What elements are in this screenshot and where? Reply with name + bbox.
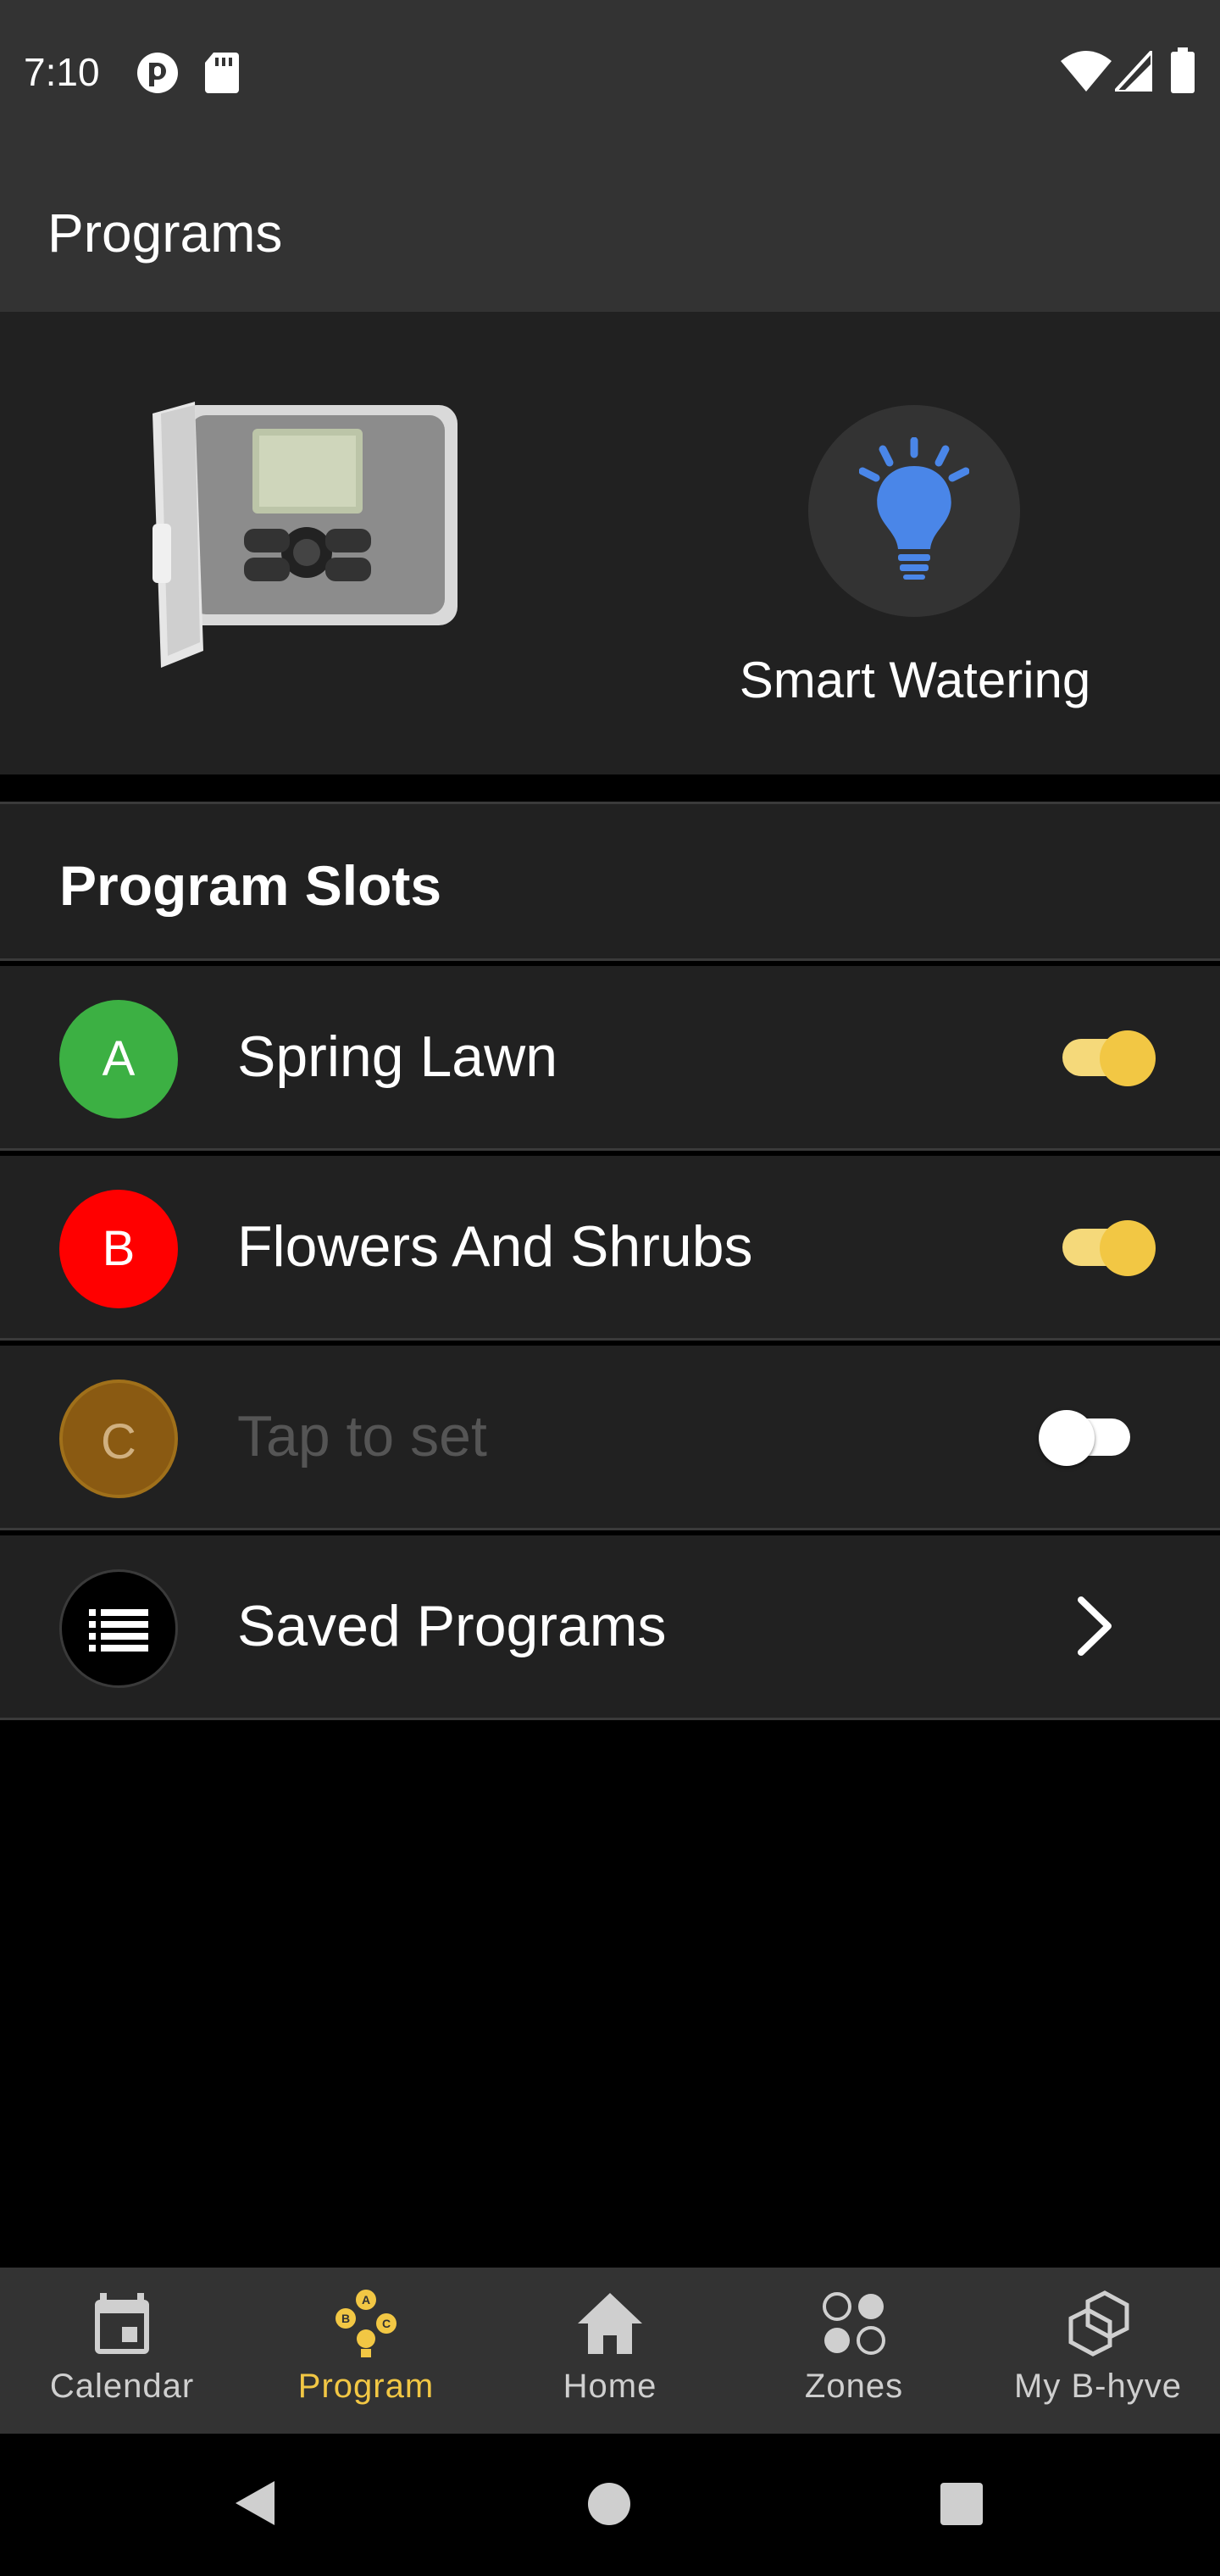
status-bar: 7:10	[0, 0, 1220, 142]
smart-watering-label: Smart Watering	[739, 652, 1091, 708]
svg-text:B: B	[341, 2312, 350, 2325]
program-slots-header: Program Slots	[0, 802, 1220, 961]
saved-programs-label: Saved Programs	[237, 1594, 667, 1658]
bottom-navigation: Calendar A B C Program Home Zones My B-h…	[0, 2268, 1220, 2434]
toggle-thumb	[1039, 1410, 1095, 1466]
zones-icon	[823, 2292, 885, 2355]
status-time: 7:10	[24, 50, 100, 94]
signal-icon	[1115, 51, 1152, 92]
nav-zones-label: Zones	[804, 2368, 904, 2405]
app-bar: Programs	[0, 142, 1220, 312]
program-slot-c-row[interactable]: C Tap to set	[0, 1346, 1220, 1530]
program-slot-a-row[interactable]: A Spring Lawn	[0, 966, 1220, 1151]
sd-card-icon	[205, 53, 239, 93]
slot-b-label: Flowers And Shrubs	[237, 1214, 753, 1279]
nav-home-label: Home	[563, 2368, 657, 2405]
smart-watering-button[interactable]: Smart Watering	[703, 405, 1127, 744]
program-slot-b-row[interactable]: B Flowers And Shrubs	[0, 1156, 1220, 1341]
saved-programs-badge	[59, 1569, 178, 1688]
program-abc-icon: A B C	[336, 2290, 396, 2357]
nav-calendar[interactable]: Calendar	[0, 2268, 244, 2434]
wifi-icon	[1061, 51, 1112, 92]
slot-b-badge: B	[59, 1190, 178, 1308]
slot-letter: A	[102, 1031, 136, 1086]
toggle-thumb	[1100, 1220, 1156, 1276]
chevron-right-icon	[1078, 1596, 1112, 1656]
slot-c-toggle[interactable]	[1039, 1403, 1161, 1471]
section-title: Program Slots	[59, 854, 442, 917]
slot-letter: B	[102, 1221, 136, 1276]
slot-a-toggle[interactable]	[1042, 1024, 1161, 1091]
lightbulb-icon	[859, 437, 969, 580]
slot-a-badge: A	[59, 1000, 178, 1119]
sync-icon	[137, 53, 178, 93]
nav-home[interactable]: Home	[488, 2268, 732, 2434]
slot-c-badge: C	[59, 1380, 178, 1498]
sprinkler-controller-image	[152, 402, 458, 668]
smart-watering-circle	[808, 405, 1020, 617]
page-title: Programs	[47, 203, 283, 264]
nav-program[interactable]: A B C Program	[244, 2268, 488, 2434]
nav-program-label: Program	[297, 2368, 435, 2405]
svg-text:A: A	[362, 2293, 370, 2307]
back-icon[interactable]	[229, 2478, 280, 2529]
home-icon	[578, 2293, 642, 2354]
b-hyve-icon	[1068, 2290, 1129, 2357]
nav-my-b-hyve-label: My B-hyve	[1014, 2368, 1182, 2405]
battery-icon	[1171, 47, 1195, 93]
list-icon	[89, 1609, 148, 1652]
hero-panel: Smart Watering	[0, 312, 1220, 774]
nav-my-b-hyve[interactable]: My B-hyve	[976, 2268, 1220, 2434]
nav-calendar-label: Calendar	[49, 2368, 195, 2405]
saved-programs-row[interactable]: Saved Programs	[0, 1535, 1220, 1720]
svg-text:C: C	[382, 2317, 391, 2330]
system-navigation-bar	[0, 2434, 1220, 2576]
slot-b-toggle[interactable]	[1042, 1213, 1161, 1281]
nav-zones[interactable]: Zones	[732, 2268, 976, 2434]
slot-letter: C	[101, 1414, 136, 1469]
slot-c-placeholder: Tap to set	[237, 1404, 487, 1468]
calendar-icon	[95, 2293, 149, 2354]
toggle-thumb	[1100, 1030, 1156, 1086]
slot-a-label: Spring Lawn	[237, 1024, 558, 1089]
recents-icon[interactable]	[939, 2481, 984, 2527]
home-circle-icon[interactable]	[586, 2481, 632, 2527]
